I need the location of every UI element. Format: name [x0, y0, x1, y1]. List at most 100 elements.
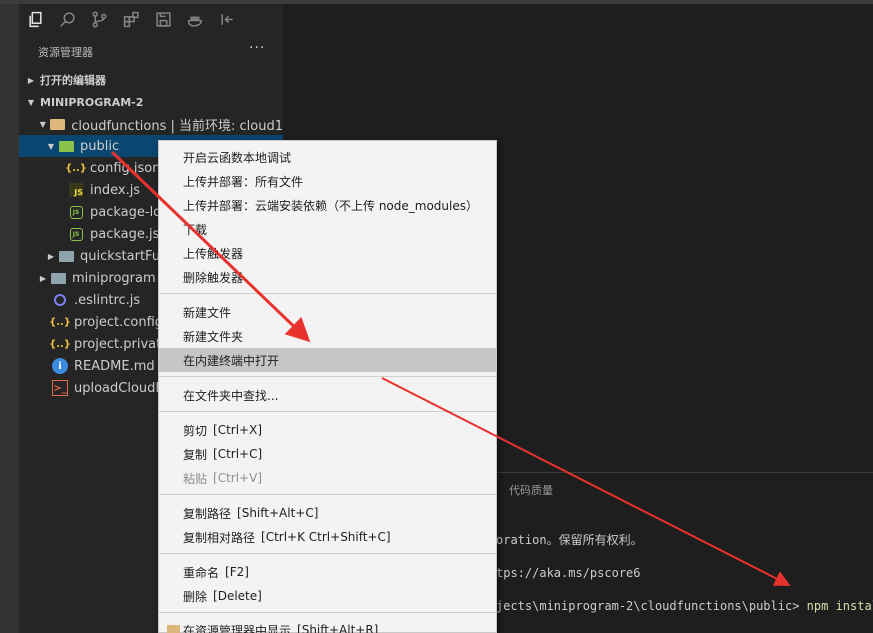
menu-shortcut: [Ctrl+X] [213, 423, 263, 437]
menu-item-delete[interactable]: 删除 [Delete] [159, 584, 496, 608]
terminal-line: oration。保留所有权利。 [496, 533, 643, 547]
folder-open-icon [49, 116, 66, 132]
menu-shortcut: [Shift+Alt+C] [237, 506, 319, 520]
terminal-prompt-line: jects\miniprogram-2\cloudfunctions\publi… [496, 599, 873, 614]
menu-item-label: 上传触发器 [183, 246, 244, 261]
menu-item-copy-path[interactable]: 复制路径 [Shift+Alt+C] [159, 501, 496, 525]
menu-shortcut: [Ctrl+C] [213, 447, 263, 461]
collapse-panel-tab[interactable] [211, 4, 243, 34]
menu-item-label: 剪切 [183, 423, 208, 438]
menu-item-label: 复制 [183, 447, 208, 462]
tree-item-label: index.js [90, 182, 141, 198]
tree-item-label: miniprogram [72, 270, 156, 286]
menu-item-label: 删除触发器 [183, 270, 244, 285]
save-icon [155, 11, 171, 27]
menu-item-upload-cloud-install[interactable]: 上传并部署：云端安装依赖（不上传 node_modules） [159, 193, 496, 217]
menu-item-label: 重命名 [183, 565, 220, 580]
menu-item-cut[interactable]: 剪切 [Ctrl+X] [159, 418, 496, 442]
menu-item-paste: 粘贴 [Ctrl+V] [159, 466, 496, 490]
menu-item-label: 复制相对路径 [183, 530, 256, 545]
tree-item-cloudfunctions[interactable]: ▼ cloudfunctions | 当前环境: cloud1 [19, 113, 283, 135]
more-actions-button[interactable]: ··· [249, 40, 265, 56]
open-editors-section[interactable]: ▶ 打开的编辑器 [19, 69, 283, 91]
extensions-tab[interactable] [115, 4, 147, 34]
tree-item-label: README.md [74, 358, 155, 374]
storage-tab[interactable] [147, 4, 179, 34]
search-tab[interactable] [51, 4, 83, 34]
menu-item-label: 下载 [183, 222, 208, 237]
menu-item-new-file[interactable]: 新建文件 [159, 300, 496, 324]
powershell-icon: >_ [52, 380, 68, 396]
collapse-left-icon [220, 13, 233, 25]
explorer-tab[interactable] [19, 4, 51, 34]
menu-item-label: 删除 [183, 589, 208, 604]
menu-item-label: 新建文件夹 [183, 329, 244, 344]
menu-item-label: 粘贴 [183, 471, 208, 486]
menu-shortcut: [Ctrl+V] [213, 471, 262, 485]
terminal-line: tps://aka.ms/pscore6 [496, 566, 641, 580]
menu-item-download[interactable]: 下载 [159, 217, 496, 241]
menu-item-label: 复制路径 [183, 506, 232, 521]
chevron-down-icon: ▼ [47, 141, 55, 151]
menu-separator [159, 612, 496, 613]
json-icon: {..} [49, 338, 71, 350]
tree-item-label: .eslintrc.js [74, 292, 141, 308]
menu-item-label: 开启云函数本地调试 [183, 150, 292, 165]
menu-item-upload-all[interactable]: 上传并部署：所有文件 [159, 169, 496, 193]
menu-item-new-folder[interactable]: 新建文件夹 [159, 324, 496, 348]
context-menu: 开启云函数本地调试 上传并部署：所有文件 上传并部署：云端安装依赖（不上传 no… [158, 140, 497, 633]
tree-item-label: public [80, 138, 120, 154]
menu-shortcut: [F2] [225, 565, 249, 579]
chevron-right-icon: ▶ [47, 251, 55, 261]
node-icon: JS [69, 205, 83, 219]
eslint-icon [54, 294, 66, 306]
menu-item-rename[interactable]: 重命名 [F2] [159, 560, 496, 584]
source-control-tab[interactable] [83, 4, 115, 34]
project-section[interactable]: ▼ MINIPROGRAM-2 [19, 91, 283, 113]
menu-shortcut: [Delete] [213, 589, 262, 603]
sidebar-toolbar [19, 4, 283, 34]
menu-separator [159, 376, 496, 377]
menu-item-local-debug[interactable]: 开启云函数本地调试 [159, 145, 496, 169]
menu-item-label: 新建文件 [183, 305, 232, 320]
menu-separator [159, 293, 496, 294]
menu-item-label: 在文件夹中查找... [183, 388, 279, 403]
files-icon [28, 11, 42, 27]
menu-shortcut: [Ctrl+K Ctrl+Shift+C] [261, 530, 391, 544]
tab-code-quality[interactable]: 代码质量 [509, 482, 553, 498]
js-icon: JS [69, 183, 83, 197]
menu-item-label: 在资源管理器中显示 [183, 623, 292, 633]
menu-item-find-in-folder[interactable]: 在文件夹中查找... [159, 383, 496, 407]
menu-separator [159, 411, 496, 412]
tree-item-label: cloudfunctions | 当前环境: cloud1 [71, 118, 283, 134]
extensions-icon [123, 11, 139, 27]
menu-shortcut: [Shift+Alt+R] [297, 623, 379, 633]
chevron-down-icon: ▼ [27, 97, 35, 107]
section-label: 打开的编辑器 [40, 74, 106, 87]
json-icon: {..} [49, 316, 71, 328]
menu-item-upload-trigger[interactable]: 上传触发器 [159, 241, 496, 265]
json-icon: {..} [65, 162, 87, 174]
menu-item-reveal-in-explorer[interactable]: 在资源管理器中显示 [Shift+Alt+R] [159, 618, 496, 633]
docker-icon [187, 16, 202, 27]
section-label: MINIPROGRAM-2 [40, 95, 144, 109]
chevron-right-icon: ▶ [27, 75, 35, 85]
explorer-title: 资源管理器 [38, 46, 93, 59]
menu-item-delete-trigger[interactable]: 删除触发器 [159, 265, 496, 289]
node-icon: JS [69, 227, 83, 241]
menu-item-copy-relative-path[interactable]: 复制相对路径 [Ctrl+K Ctrl+Shift+C] [159, 525, 496, 549]
terminal-prompt: jects\miniprogram-2\cloudfunctions\publi… [496, 599, 800, 613]
menu-item-open-in-terminal[interactable]: 在内建终端中打开 [159, 348, 496, 372]
docker-tab[interactable] [179, 4, 211, 34]
tree-item-label: config.json [90, 160, 161, 176]
menu-separator [159, 553, 496, 554]
menu-item-label: 上传并部署：所有文件 [183, 174, 304, 189]
activity-bar-edge [0, 4, 19, 633]
folder-green-icon [58, 138, 74, 154]
menu-item-copy[interactable]: 复制 [Ctrl+C] [159, 442, 496, 466]
info-icon: i [52, 358, 68, 374]
terminal-command[interactable]: npm install [807, 599, 873, 613]
menu-separator [159, 494, 496, 495]
git-branch-icon [92, 11, 106, 27]
menu-item-label: 上传并部署：云端安装依赖（不上传 node_modules） [183, 198, 478, 213]
